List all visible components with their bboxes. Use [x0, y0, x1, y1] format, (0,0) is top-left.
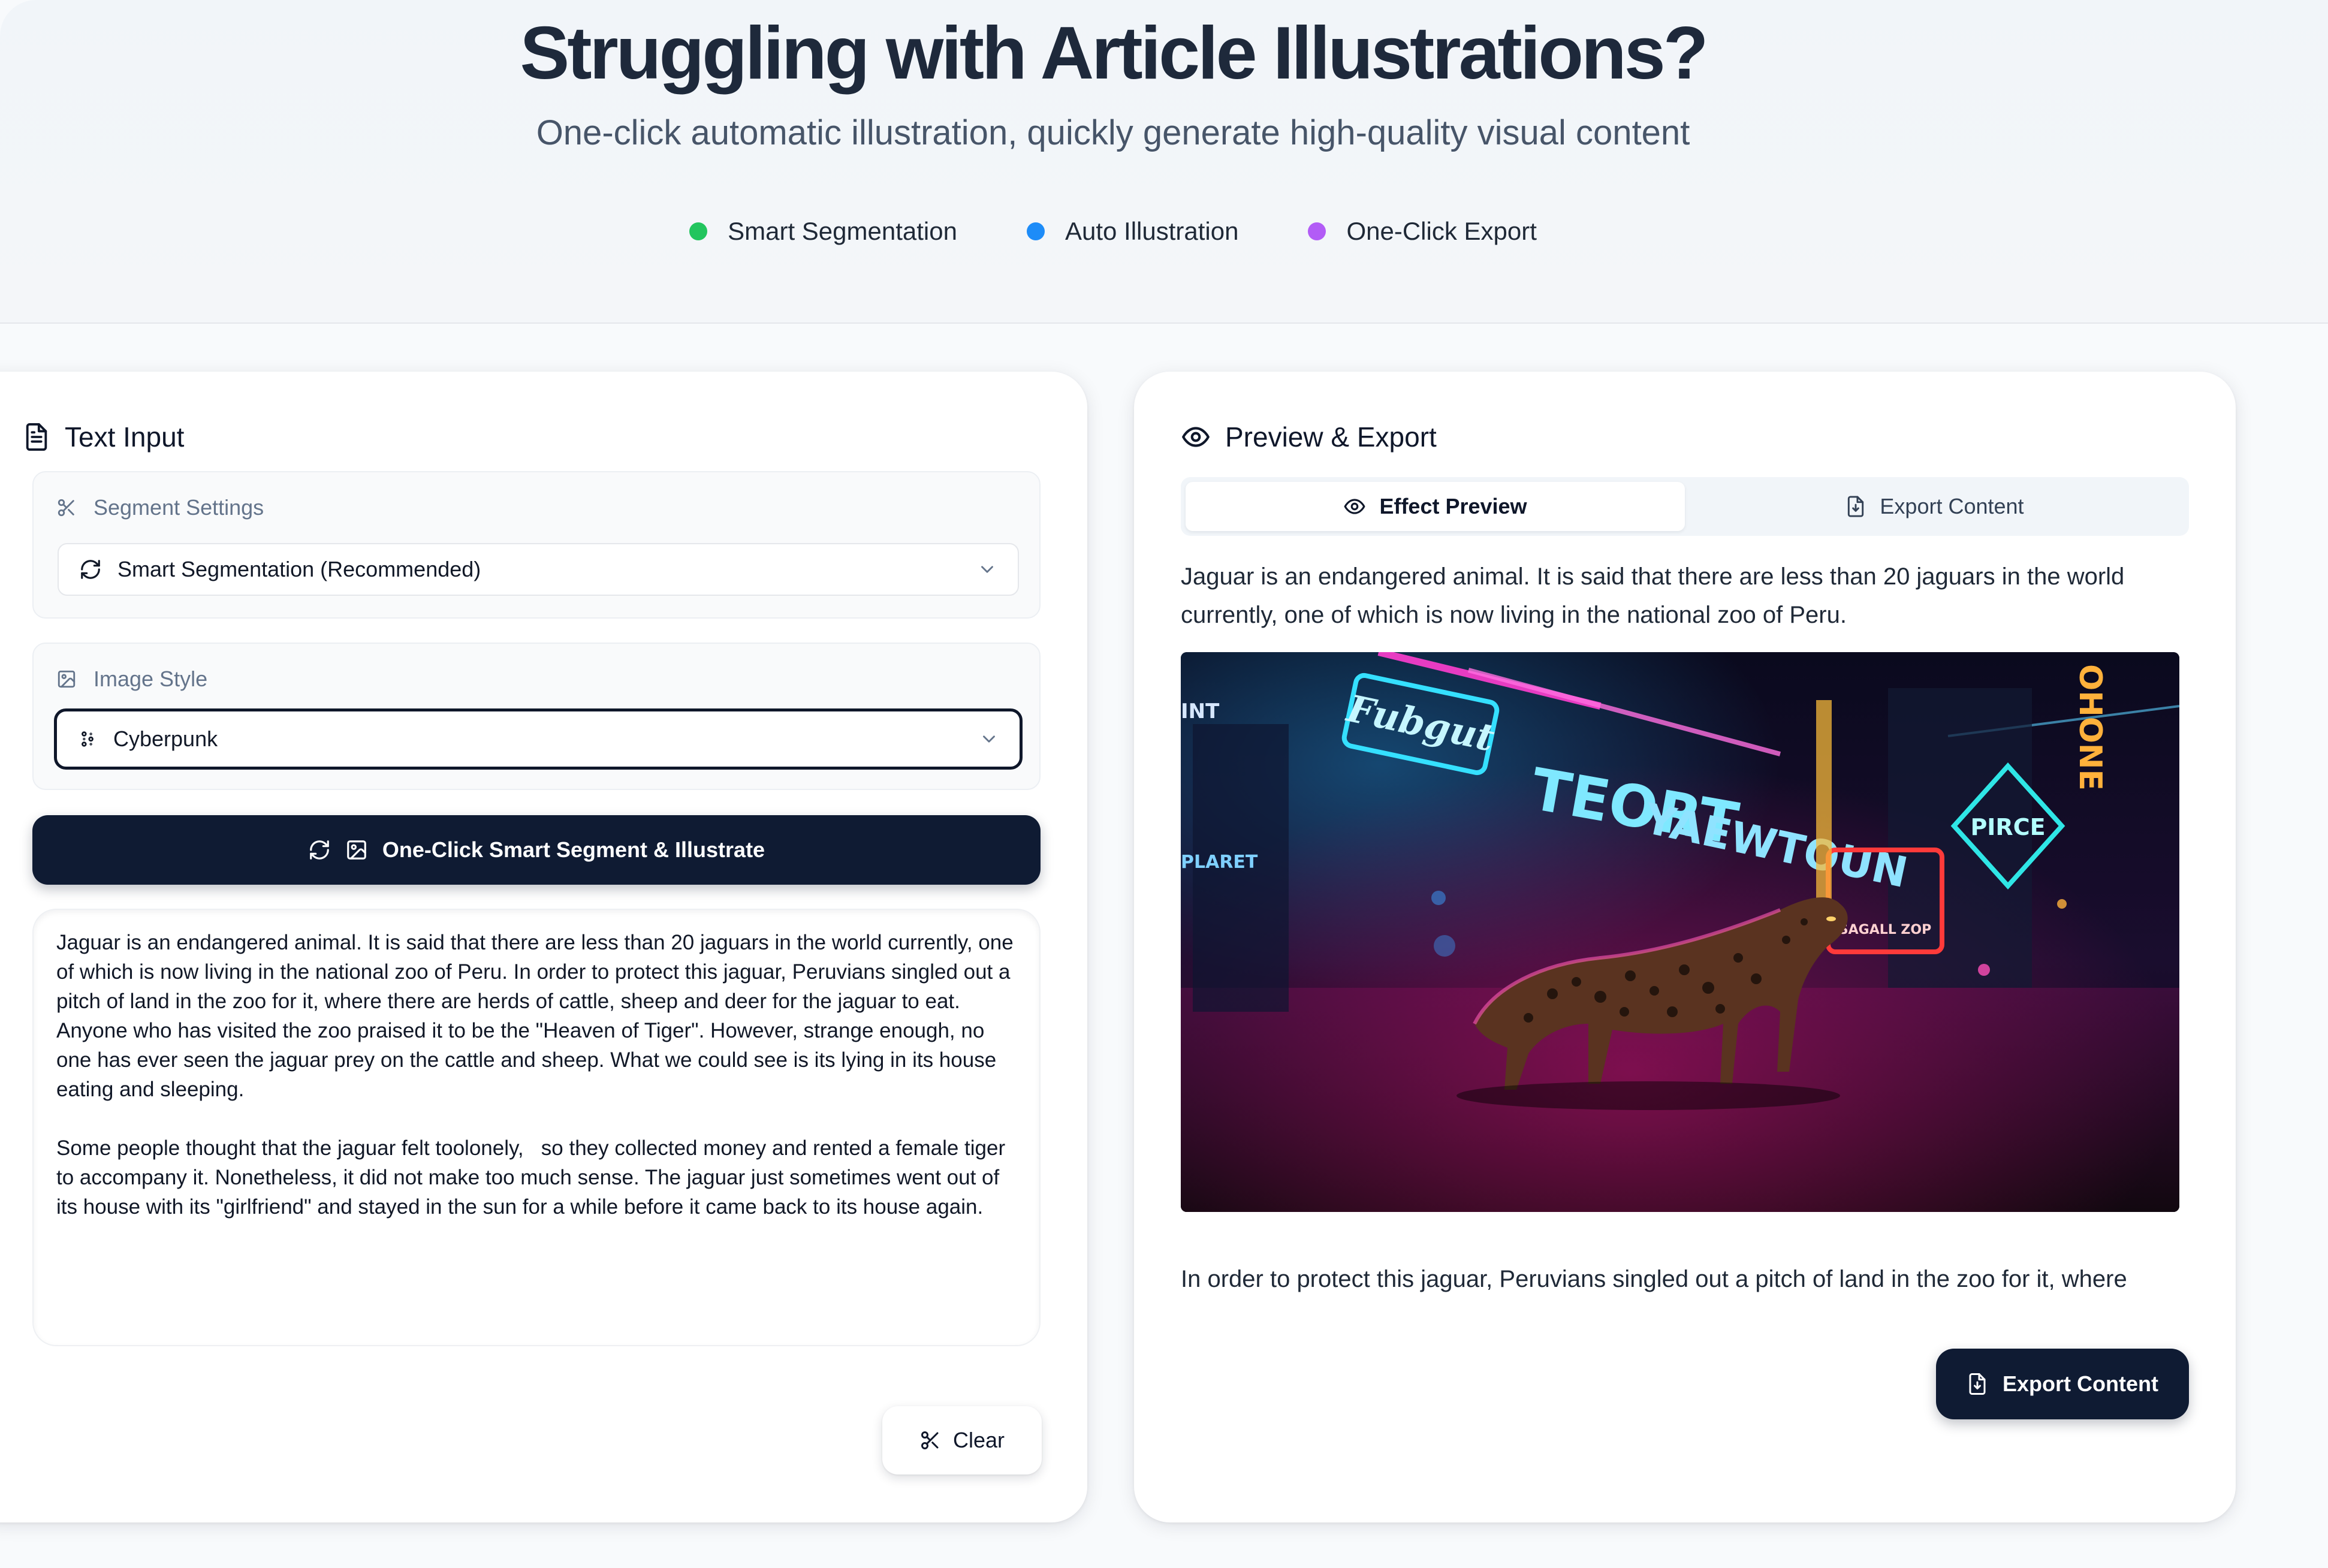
purple-dot-icon — [1308, 222, 1326, 240]
chevron-down-icon — [977, 559, 997, 580]
segment-settings-section: Segment Settings Smart Segmentation (Rec… — [32, 471, 1041, 619]
export-content-button[interactable]: Export Content — [1936, 1349, 2189, 1419]
button-label: Export Content — [2003, 1371, 2158, 1396]
text-input-panel: Text Input Segment Settings Smart Segmen… — [0, 372, 1087, 1522]
tab-label: Export Content — [1880, 494, 2024, 518]
preview-export-header: Preview & Export — [1181, 421, 1437, 453]
sign-ohone: OHONE — [2072, 664, 2108, 791]
preview-paragraph: Jaguar is an endangered animal. It is sa… — [1181, 563, 2125, 628]
preview-paragraph: In order to protect this jaguar, Peruvia… — [1181, 1266, 2127, 1292]
tab-export-content[interactable]: Export Content — [1685, 482, 2184, 531]
image-style-select[interactable]: Cyberpunk — [54, 708, 1023, 770]
sign-sagall: SAGALL ZOP — [1839, 922, 1931, 937]
page: Struggling with Article Illustrations? O… — [0, 0, 2328, 1568]
image-style-value: Cyberpunk — [113, 726, 218, 751]
hero-subtitle: One-click automatic illustration, quickl… — [536, 113, 1690, 152]
green-dot-icon — [689, 222, 708, 240]
segment-settings-label: Segment Settings — [56, 495, 264, 520]
feature-one-click-export: One-Click Export — [1308, 217, 1537, 246]
sign-plaret: PLARET — [1181, 852, 1258, 873]
section-label-text: Segment Settings — [94, 495, 264, 520]
eye-icon — [1343, 495, 1366, 518]
image-icon — [56, 669, 77, 689]
feature-label: Auto Illustration — [1065, 217, 1239, 245]
panel-title: Preview & Export — [1225, 421, 1437, 453]
scissors-icon — [56, 497, 77, 518]
palette-icon — [77, 729, 98, 749]
preview-export-panel: Preview & Export Effect Preview Export C… — [1134, 372, 2236, 1522]
scissors-icon — [919, 1430, 941, 1451]
feature-label: Smart Segmentation — [728, 217, 957, 245]
button-label: Clear — [952, 1428, 1005, 1452]
segment-mode-select[interactable]: Smart Segmentation (Recommended) — [58, 543, 1019, 596]
refresh-icon — [308, 839, 331, 861]
chevron-down-icon — [979, 729, 999, 749]
file-download-icon — [1845, 495, 1866, 518]
tab-label: Effect Preview — [1379, 494, 1527, 518]
generated-illustration: Fubgut TEORT YAEWTOUN INT PLARET PIRCE S… — [1181, 652, 2179, 1212]
file-download-icon — [1967, 1372, 1988, 1396]
hero-title: Struggling with Article Illustrations? — [520, 12, 1708, 95]
sign-int: INT — [1181, 699, 1220, 723]
clear-button[interactable]: Clear — [882, 1406, 1042, 1474]
feature-auto-illustration: Auto Illustration — [1026, 217, 1239, 246]
section-label-text: Image Style — [94, 667, 208, 691]
image-style-section: Image Style Cyberpunk — [32, 643, 1041, 790]
image-icon — [345, 839, 368, 861]
document-icon — [23, 422, 50, 452]
feature-label: One-Click Export — [1346, 217, 1537, 245]
preview-tabs: Effect Preview Export Content — [1181, 477, 2189, 536]
segment-mode-value: Smart Segmentation (Recommended) — [117, 557, 481, 581]
hero-section: Struggling with Article Illustrations? O… — [0, 0, 2328, 324]
button-label: One-Click Smart Segment & Illustrate — [382, 837, 765, 862]
panel-title: Text Input — [65, 421, 185, 453]
blue-dot-icon — [1026, 222, 1045, 240]
refresh-icon — [79, 558, 102, 581]
feature-smart-segmentation: Smart Segmentation — [689, 217, 957, 246]
feature-list: Smart Segmentation Auto Illustration One… — [0, 217, 2226, 246]
eye-icon — [1181, 422, 1211, 452]
image-style-label: Image Style — [56, 667, 207, 692]
text-input-header: Text Input — [23, 421, 184, 453]
segment-illustrate-button[interactable]: One-Click Smart Segment & Illustrate — [32, 815, 1041, 885]
tab-effect-preview[interactable]: Effect Preview — [1186, 482, 1685, 531]
sign-pirce: PIRCE — [1970, 814, 2045, 840]
article-text-input[interactable]: Jaguar is an endangered animal. It is sa… — [32, 909, 1041, 1346]
